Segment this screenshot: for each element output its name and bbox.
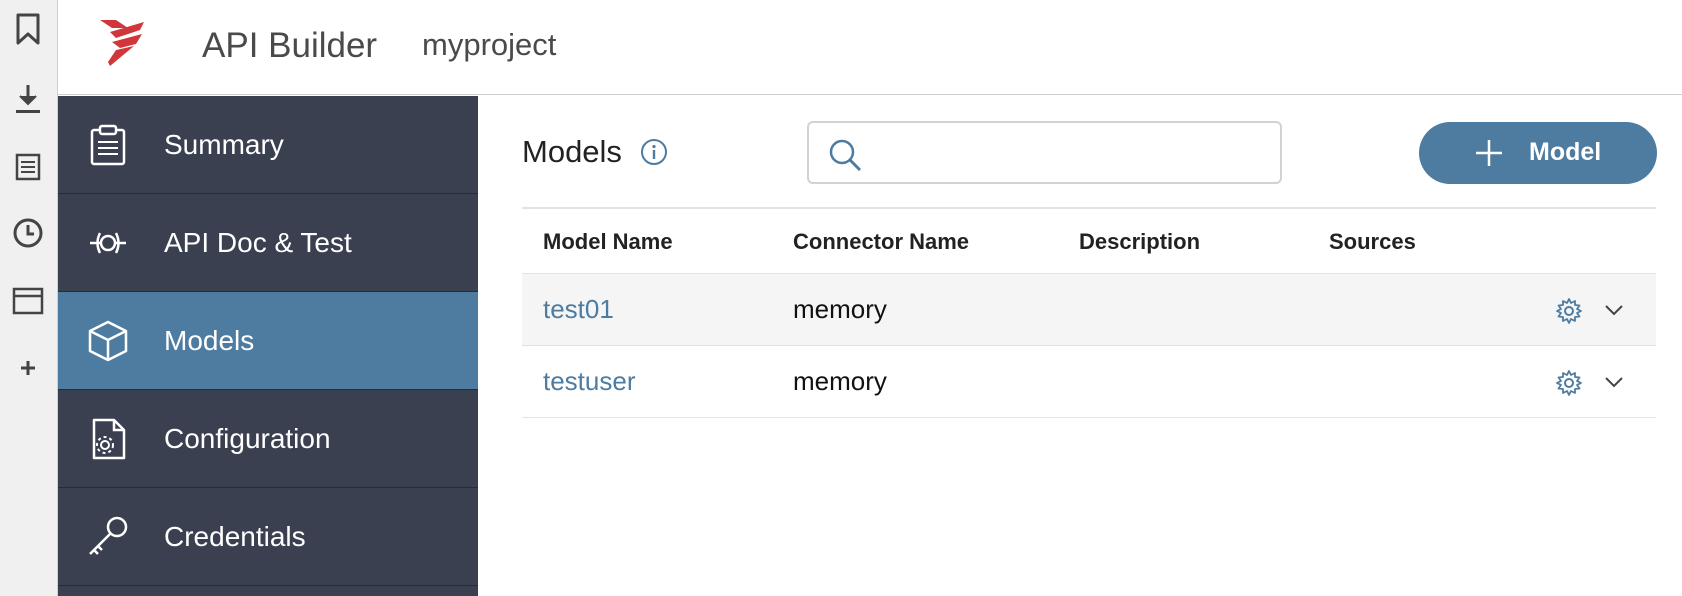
models-panel: Models Model Model Name Connector Name D… bbox=[478, 96, 1682, 596]
reading-list-icon[interactable] bbox=[9, 148, 47, 186]
column-header-sources[interactable]: Sources bbox=[1329, 229, 1416, 255]
page-title: Models bbox=[522, 134, 622, 169]
connector-name-cell: memory bbox=[793, 366, 887, 396]
nav-item-summary[interactable]: Summary bbox=[58, 96, 478, 194]
api-node-icon bbox=[86, 221, 130, 265]
browser-side-toolbar bbox=[0, 0, 58, 596]
table-header: Model Name Connector Name Description So… bbox=[522, 209, 1656, 274]
add-model-button[interactable]: Model bbox=[1419, 122, 1657, 184]
nav-label-configuration: Configuration bbox=[164, 423, 331, 454]
key-icon bbox=[86, 515, 130, 559]
chevron-down-icon[interactable] bbox=[1602, 370, 1626, 394]
app-window: API Builder myproject Summary API Doc & … bbox=[0, 0, 1682, 596]
nav-label-models: Models bbox=[164, 325, 255, 356]
search-box[interactable] bbox=[807, 121, 1282, 184]
models-table: Model Name Connector Name Description So… bbox=[522, 207, 1656, 418]
gear-icon[interactable] bbox=[1554, 368, 1584, 398]
column-header-connector-name[interactable]: Connector Name bbox=[793, 229, 969, 255]
gear-icon[interactable] bbox=[1554, 296, 1584, 326]
clipboard-icon bbox=[86, 123, 130, 167]
search-input[interactable] bbox=[873, 131, 1273, 175]
connector-name-cell: memory bbox=[793, 294, 887, 324]
window-icon[interactable] bbox=[9, 282, 47, 320]
table-row[interactable]: testuser memory bbox=[522, 346, 1656, 418]
nav-item-models[interactable]: Models bbox=[58, 292, 478, 390]
cube-icon bbox=[86, 319, 130, 363]
main-nav: Summary API Doc & Test Models Configurat… bbox=[58, 96, 478, 596]
nav-label-summary: Summary bbox=[164, 129, 284, 160]
history-icon[interactable] bbox=[9, 214, 47, 252]
nav-item-credentials[interactable]: Credentials bbox=[58, 488, 478, 586]
nav-label-credentials: Credentials bbox=[164, 521, 306, 552]
search-icon bbox=[827, 137, 863, 173]
nav-label-api-doc-test: API Doc & Test bbox=[164, 227, 352, 258]
chevron-down-icon[interactable] bbox=[1602, 298, 1626, 322]
info-icon[interactable] bbox=[640, 138, 668, 166]
column-header-description[interactable]: Description bbox=[1079, 229, 1200, 255]
model-name-link[interactable]: test01 bbox=[543, 294, 614, 325]
plus-icon bbox=[1473, 137, 1505, 169]
bookmark-icon[interactable] bbox=[9, 10, 47, 48]
table-row[interactable]: test01 memory bbox=[522, 274, 1656, 346]
column-header-model-name[interactable]: Model Name bbox=[543, 229, 673, 255]
app-title: API Builder bbox=[202, 26, 378, 65]
download-icon[interactable] bbox=[9, 80, 47, 118]
nav-item-api-doc-test[interactable]: API Doc & Test bbox=[58, 194, 478, 292]
plus-icon[interactable] bbox=[9, 349, 47, 387]
project-name: myproject bbox=[422, 27, 557, 62]
model-name-link[interactable]: testuser bbox=[543, 366, 636, 397]
api-builder-logo-icon[interactable] bbox=[96, 16, 148, 68]
config-file-icon bbox=[86, 417, 130, 461]
app-header: API Builder myproject bbox=[58, 0, 1682, 95]
nav-item-configuration[interactable]: Configuration bbox=[58, 390, 478, 488]
add-model-button-label: Model bbox=[1529, 138, 1602, 166]
